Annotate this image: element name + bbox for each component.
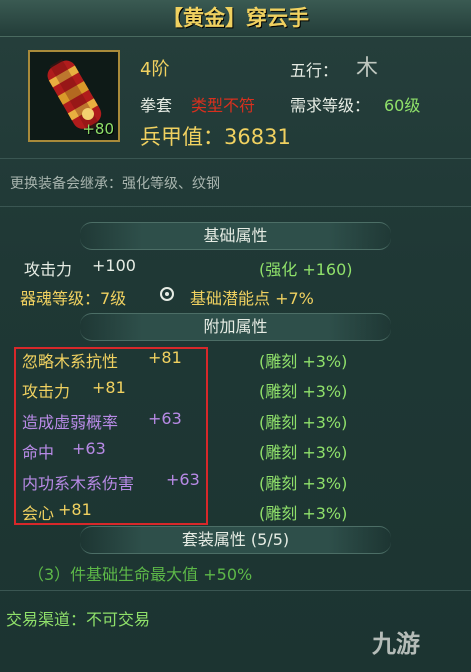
base-potential: 基础潜能点 +7%: [190, 289, 314, 308]
basic-attributes-header: 基础属性: [80, 222, 391, 250]
divider: [0, 590, 471, 591]
item-icon-frame[interactable]: +80: [28, 50, 120, 142]
power-label-text: 兵甲值：: [140, 125, 224, 149]
required-level-value: 60级: [384, 96, 421, 115]
engrave-bonus: (雕刻 +3%): [259, 352, 348, 371]
extra-attributes-header: 附加属性: [80, 313, 391, 341]
engrave-bonus: (雕刻 +3%): [259, 413, 348, 432]
item-category: 拳套: [140, 96, 173, 115]
set-attributes-header: 套装属性 (5/5): [80, 526, 391, 554]
soul-dot-icon: [160, 287, 174, 301]
wuxing-wood-icon: 木: [356, 56, 379, 81]
attack-attribute-value: +100: [92, 256, 136, 275]
engrave-bonus: (雕刻 +3%): [259, 443, 348, 462]
divider: [0, 206, 471, 207]
item-tooltip-panel: 【黄金】穿云手 +80 4阶 五行： 木 拳套 类型不符 需求等级： 60级 兵…: [0, 0, 471, 672]
engrave-bonus: (雕刻 +3%): [259, 504, 348, 523]
wuxing-label: 五行：: [290, 61, 339, 80]
item-grade: 4阶: [140, 59, 170, 80]
trade-channel: 交易渠道：不可交易: [6, 610, 151, 629]
soul-level: 器魂等级：7级: [20, 289, 127, 308]
category-warning: 类型不符: [191, 96, 256, 115]
divider: [0, 158, 471, 159]
engrave-bonus: (雕刻 +3%): [259, 474, 348, 493]
required-level-label: 需求等级：: [290, 96, 371, 115]
set-bonus-row: （3）件基础生命最大值 +50%: [28, 565, 253, 584]
power-value: 36831: [224, 125, 291, 149]
engrave-bonus: (雕刻 +3%): [259, 382, 348, 401]
attack-attribute-name: 攻击力: [24, 260, 73, 279]
watermark-logo: 九游: [372, 630, 420, 658]
inherit-note: 更换装备会继承：强化等级、纹钢: [10, 176, 220, 192]
power-label: 兵甲值：36831: [140, 121, 291, 151]
attack-enhance-bonus: (强化 +160): [259, 260, 353, 279]
icon-enhance-level: +80: [82, 120, 114, 138]
item-title: 【黄金】穿云手: [0, 0, 471, 37]
highlight-box: [14, 347, 208, 525]
